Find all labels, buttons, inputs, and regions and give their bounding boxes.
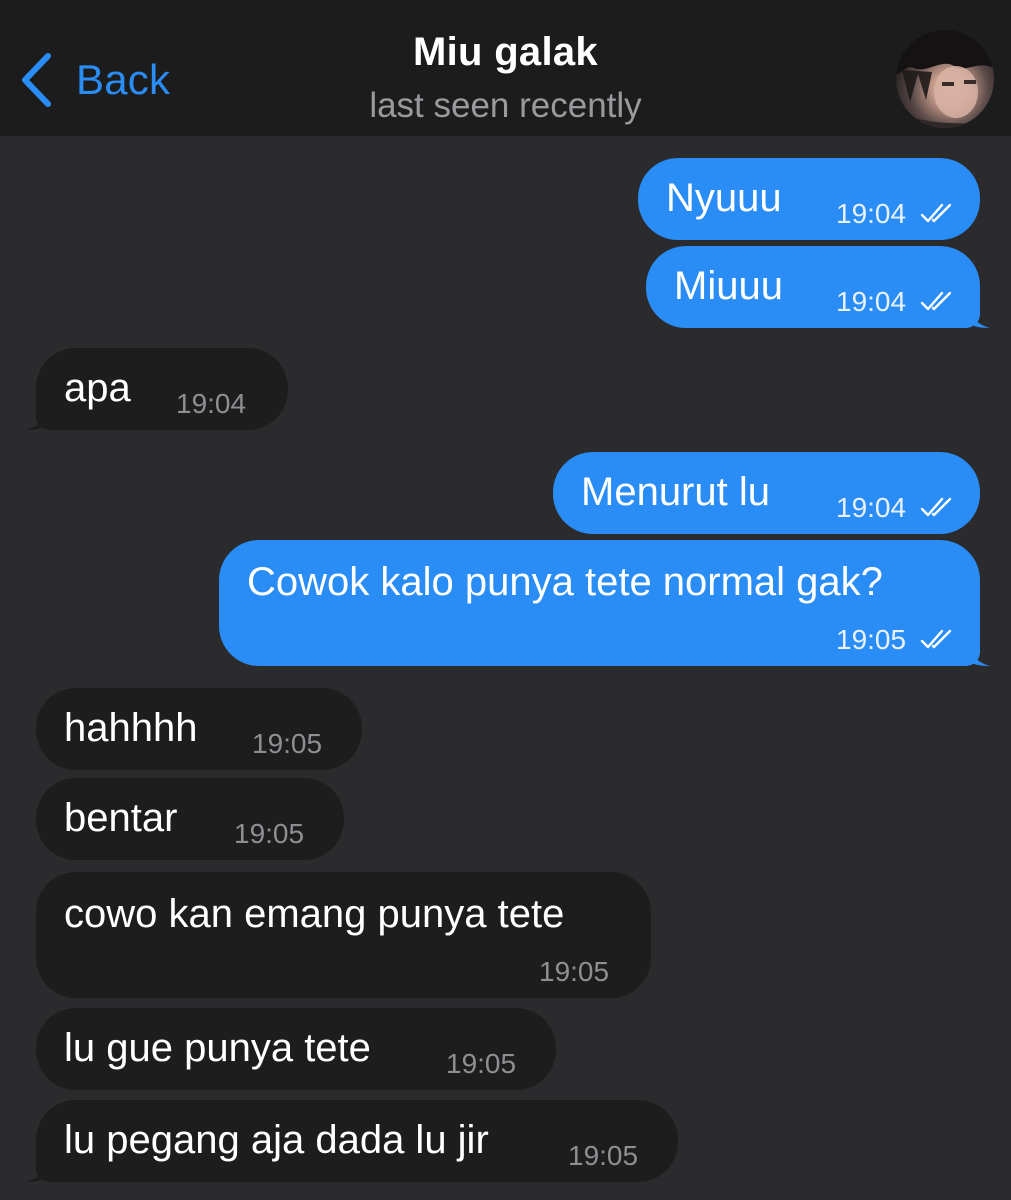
outgoing-message[interactable]: Nyuuu 19:04	[638, 158, 980, 240]
avatar[interactable]	[896, 30, 994, 128]
message-text: Cowok kalo punya tete normal gak?	[247, 560, 883, 604]
avatar-image	[896, 30, 994, 128]
message-time: 19:05	[234, 818, 305, 849]
message-text: lu gue punya tete	[64, 1026, 371, 1070]
chat-header: Back Miu galak last seen recently	[0, 0, 1011, 136]
message-time: 19:05	[539, 956, 610, 987]
message-text: Menurut lu	[581, 470, 770, 514]
read-receipt-icon	[920, 629, 952, 649]
incoming-message[interactable]: bentar 19:05	[36, 778, 344, 860]
message-time: 19:04	[176, 388, 247, 419]
message-text: cowo kan emang punya tete	[64, 892, 565, 936]
message-time: 19:05	[836, 624, 907, 655]
bubble-tail	[26, 1158, 48, 1182]
outgoing-message[interactable]: Menurut lu 19:04	[553, 452, 980, 534]
incoming-message[interactable]: apa 19:04	[26, 348, 288, 430]
message-time: 19:04	[836, 198, 907, 229]
message-time: 19:04	[836, 492, 907, 523]
read-receipt-icon	[920, 497, 952, 517]
bubble-tail	[968, 304, 990, 328]
message-time: 19:05	[446, 1048, 517, 1079]
contact-status: last seen recently	[369, 86, 642, 125]
bubble-tail	[26, 406, 48, 430]
message-time: 19:04	[836, 286, 907, 317]
bubble-tail	[968, 642, 990, 666]
message-text: apa	[64, 366, 131, 410]
message-text: bentar	[64, 796, 178, 840]
outgoing-message[interactable]: Cowok kalo punya tete normal gak? 19:05	[219, 540, 990, 666]
read-receipt-icon	[920, 291, 952, 311]
incoming-message[interactable]: hahhhh 19:05	[36, 688, 362, 770]
message-text: Nyuuu	[666, 176, 782, 220]
incoming-message[interactable]: cowo kan emang punya tete 19:05	[36, 872, 651, 998]
message-time: 19:05	[568, 1140, 639, 1171]
message-text: hahhhh	[64, 706, 198, 750]
outgoing-message[interactable]: Miuuu 19:04	[646, 246, 990, 328]
contact-name[interactable]: Miu galak	[0, 30, 1011, 75]
read-receipt-icon	[920, 203, 952, 223]
message-time: 19:05	[252, 728, 323, 759]
incoming-message[interactable]: lu gue punya tete 19:05	[36, 1008, 556, 1090]
message-text: lu pegang aja dada lu jir	[64, 1118, 489, 1162]
incoming-message[interactable]: lu pegang aja dada lu jir 19:05	[26, 1100, 678, 1182]
message-text: Miuuu	[674, 264, 783, 308]
